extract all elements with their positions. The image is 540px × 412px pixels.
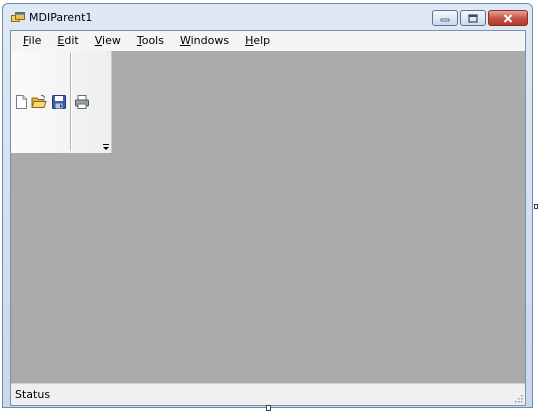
open-folder-icon[interactable] (31, 94, 47, 110)
toolbar-separator (70, 53, 71, 151)
menu-view-mnemonic: V (94, 34, 103, 47)
status-label: Status (15, 388, 51, 401)
menu-help-label-rest: elp (253, 34, 271, 47)
close-icon (503, 13, 513, 23)
menu-item-edit[interactable]: Edit (51, 31, 84, 51)
new-document-icon[interactable] (13, 94, 29, 110)
designer-resize-handle-right[interactable] (534, 204, 538, 209)
designer-resize-handle-bottom[interactable] (266, 405, 271, 411)
menu-file-label-rest: ile (28, 34, 42, 47)
print-icon[interactable] (74, 94, 90, 110)
resize-grip-icon[interactable] (513, 393, 523, 403)
status-bar: Status (11, 383, 525, 405)
tool-strip (11, 51, 112, 153)
maximize-button[interactable] (460, 10, 486, 26)
minimize-icon (440, 18, 450, 22)
toolbar-overflow-icon[interactable] (102, 143, 110, 151)
menu-edit-label-rest: dit (64, 34, 79, 47)
window-title: MDIParent1 (29, 11, 93, 24)
menu-windows-label-rest: indows (190, 34, 230, 47)
menu-item-help[interactable]: Help (239, 31, 276, 51)
save-disk-icon[interactable] (51, 94, 67, 110)
minimize-button[interactable] (432, 10, 458, 26)
menu-item-windows[interactable]: Windows (174, 31, 235, 51)
mdi-client-area: File Edit View Tools Windows Help Status (10, 30, 526, 406)
caption-buttons (432, 10, 528, 26)
menu-windows-mnemonic: W (179, 34, 191, 47)
menu-view-label-rest: iew (102, 34, 121, 47)
menu-item-tools[interactable]: Tools (131, 31, 170, 51)
mdi-parent-app-icon (11, 12, 25, 22)
close-button[interactable] (488, 10, 528, 26)
mdi-parent-window: MDIParent1 File Edit View Tools Windows … (2, 3, 533, 408)
title-bar[interactable]: MDIParent1 (3, 4, 532, 30)
menu-item-file[interactable]: File (17, 31, 47, 51)
menu-tools-label-rest: ools (141, 34, 164, 47)
menu-item-view[interactable]: View (89, 31, 127, 51)
maximize-icon (468, 13, 478, 23)
menu-bar: File Edit View Tools Windows Help (11, 31, 525, 51)
